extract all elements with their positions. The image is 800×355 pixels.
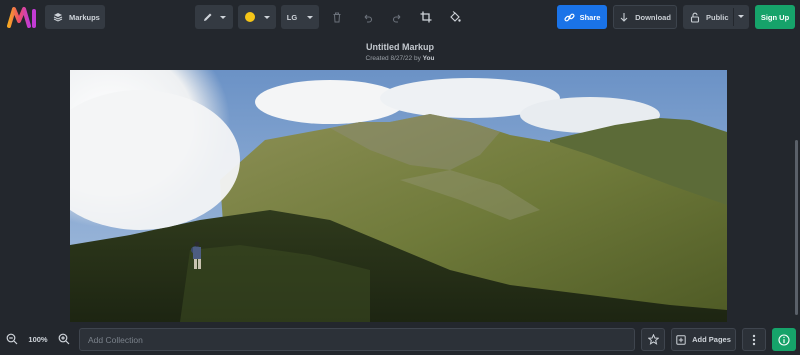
color-swatch [244, 12, 255, 22]
redo-icon [392, 14, 400, 23]
zoom-controls: 100% [3, 327, 73, 351]
markups-button[interactable]: Markups [45, 5, 105, 29]
info-icon [778, 333, 790, 346]
more-options-button[interactable] [742, 328, 766, 351]
zoom-in-icon[interactable] [58, 333, 70, 345]
paint-bucket-icon [450, 11, 461, 22]
visibility-label: Public [706, 12, 729, 22]
markups-label: Markups [69, 12, 100, 22]
add-pages-button[interactable]: Add Pages [671, 328, 736, 351]
favorite-button[interactable] [641, 328, 665, 351]
chevron-down-icon [307, 15, 314, 19]
sign-up-button[interactable]: Sign Up [755, 5, 795, 29]
size-label: LG [286, 12, 298, 22]
download-icon [620, 12, 628, 22]
markup-image[interactable] [70, 70, 727, 322]
add-pages-label: Add Pages [692, 335, 731, 344]
fill-button[interactable] [443, 5, 467, 29]
visibility-dropdown[interactable]: Public [683, 5, 749, 29]
share-button[interactable]: Share [557, 5, 607, 29]
info-button[interactable] [772, 328, 796, 351]
zoom-level: 100% [28, 334, 48, 344]
download-button[interactable]: Download [613, 5, 677, 29]
chevron-down-icon [738, 15, 744, 18]
trash-icon [333, 12, 341, 22]
page-title: Untitled Markup [365, 42, 434, 52]
redo-button[interactable] [385, 5, 409, 29]
undo-icon [364, 14, 372, 23]
undo-button[interactable] [355, 5, 379, 29]
divider [733, 8, 734, 26]
created-prefix: Created 8/27/22 by [365, 55, 421, 62]
more-vertical-icon [752, 334, 756, 345]
crop-button[interactable] [414, 5, 438, 29]
mountain-landscape-photo [70, 70, 727, 322]
color-picker-button[interactable] [238, 5, 276, 29]
delete-button[interactable] [325, 5, 349, 29]
sign-up-label: Sign Up [760, 12, 790, 22]
pen-tool-button[interactable] [195, 5, 233, 29]
zoom-out-icon[interactable] [6, 333, 18, 345]
link-icon [564, 13, 575, 21]
top-toolbar: Markups LG Share Download Public Sign Up [0, 0, 800, 35]
share-label: Share [579, 12, 601, 22]
add-page-icon [676, 334, 686, 345]
author-name: You [422, 55, 435, 62]
chevron-down-icon [220, 15, 226, 19]
vertical-scrollbar[interactable] [795, 140, 798, 315]
layers-icon [53, 13, 63, 22]
download-label: Download [635, 12, 671, 22]
created-info: Created 8/27/22 by You [0, 55, 800, 62]
lock-icon [690, 12, 700, 23]
add-collection-input[interactable] [79, 328, 635, 351]
chevron-down-icon [263, 15, 270, 19]
size-picker-button[interactable]: LG [281, 5, 319, 29]
pen-icon [204, 13, 212, 21]
star-icon [647, 334, 659, 345]
crop-icon [420, 11, 432, 23]
markup-logo-icon[interactable] [6, 5, 38, 29]
